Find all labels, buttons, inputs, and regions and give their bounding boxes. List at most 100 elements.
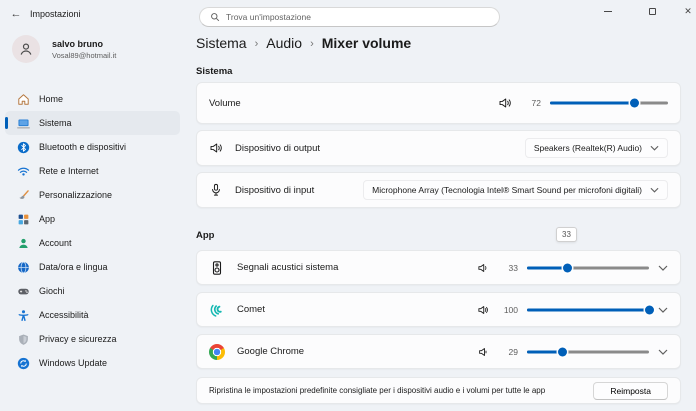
speaker-waves-icon[interactable] <box>498 96 512 110</box>
app-volume-slider[interactable] <box>527 261 649 275</box>
app-volume-slider[interactable] <box>527 303 654 317</box>
volume-value: 72 <box>531 98 541 108</box>
chevron-down-icon <box>650 187 659 193</box>
user-email: Vosal89@hotmail.it <box>52 51 117 60</box>
speaker-one-wave-icon[interactable] <box>477 262 489 274</box>
chevron-down-icon[interactable] <box>658 265 668 271</box>
input-device-select[interactable]: Microphone Array (Tecnologia Intel® Smar… <box>363 180 668 200</box>
search-icon <box>211 13 220 22</box>
sidebar-item-app[interactable]: App <box>5 207 180 231</box>
app-row-comet: Comet 100 <box>196 292 681 327</box>
app-volume-slider[interactable] <box>527 345 649 359</box>
slider-thumb[interactable] <box>562 263 572 272</box>
input-device-card: Dispositivo di input Microphone Array (T… <box>196 172 681 208</box>
person-icon <box>20 43 32 55</box>
datetime-icon <box>18 261 29 273</box>
sidebar-item-label: Sistema <box>39 118 72 128</box>
sidebar-item-windows-update[interactable]: Windows Update <box>5 351 180 375</box>
output-device-select[interactable]: Speakers (Realtek(R) Audio) <box>524 138 668 158</box>
sidebar-item-label: Windows Update <box>39 358 108 368</box>
window-title: Impostazioni <box>30 9 81 19</box>
breadcrumb-sistema[interactable]: Sistema <box>196 35 247 51</box>
sidebar-item-label: Personalizzazione <box>39 190 113 200</box>
app-name: Google Chrome <box>237 346 305 357</box>
slider-thumb[interactable] <box>644 305 654 314</box>
chevron-down-icon[interactable] <box>658 349 668 355</box>
slider-thumb[interactable] <box>630 98 640 108</box>
breadcrumb-audio[interactable]: Audio <box>266 35 302 51</box>
slider-fill <box>527 266 568 269</box>
sidebar-item-giochi[interactable]: Giochi <box>5 279 180 303</box>
maximize-button[interactable] <box>642 3 662 19</box>
chevron-down-icon <box>650 145 659 151</box>
user-name: salvo bruno <box>52 39 104 49</box>
bluetooth-icon <box>17 141 30 153</box>
accessibility-icon <box>18 309 29 321</box>
sidebar-item-label: Home <box>39 94 64 104</box>
sidebar-item-personalizzazione[interactable]: Personalizzazione <box>5 183 180 207</box>
account-icon <box>19 238 28 248</box>
minimize-icon <box>604 10 612 12</box>
output-device-label: Dispositivo di output <box>235 142 321 154</box>
slider-thumb[interactable] <box>557 347 567 356</box>
sidebar-item-label: Accessibilità <box>39 310 89 320</box>
page-title: Mixer volume <box>321 35 412 51</box>
system-sounds-icon <box>212 260 222 275</box>
back-arrow-icon: ← <box>10 8 22 20</box>
windows-update-icon <box>17 357 30 369</box>
sidebar-item-label: Rete e Internet <box>39 166 99 176</box>
app-row-google-chrome: Google Chrome 29 <box>196 334 681 369</box>
comet-app-icon <box>210 304 222 317</box>
sidebar-item-label: Bluetooth e dispositivi <box>39 142 127 152</box>
slider-fill <box>527 308 649 311</box>
privacy-shield-icon <box>19 333 28 345</box>
sidebar-item-label: Privacy e sicurezza <box>39 334 117 344</box>
breadcrumb: Sistema › Audio › Mixer volume <box>196 35 411 51</box>
apps-icon <box>18 214 29 224</box>
app-volume-value: 29 <box>508 346 518 357</box>
sidebar-item-privacy[interactable]: Privacy e sicurezza <box>5 327 180 351</box>
speaker-waves-icon <box>210 143 222 153</box>
app-volume-value: 33 <box>508 262 518 273</box>
section-label-sistema: Sistema <box>196 66 233 77</box>
sidebar-item-label: App <box>39 214 56 224</box>
sidebar-item-sistema[interactable]: Sistema <box>5 111 180 135</box>
slider-value-tooltip: 33 <box>556 227 577 242</box>
back-button[interactable]: ← <box>8 6 24 22</box>
sidebar-item-rete[interactable]: Rete e Internet <box>5 159 180 183</box>
home-icon <box>18 93 29 105</box>
close-icon: ✕ <box>684 5 692 16</box>
output-device-card: Dispositivo di output Speakers (Realtek(… <box>196 130 681 166</box>
app-name: Segnali acustici sistema <box>237 262 339 273</box>
speaker-plain-icon[interactable] <box>477 346 489 358</box>
app-name: Comet <box>237 304 265 315</box>
sidebar-item-bluetooth[interactable]: Bluetooth e dispositivi <box>5 135 180 159</box>
sidebar-item-label: Giochi <box>39 286 65 296</box>
volume-slider[interactable] <box>550 96 668 110</box>
reset-defaults-card: Ripristina le impostazioni predefinite c… <box>196 377 681 404</box>
volume-card: Volume 72 <box>196 82 681 124</box>
breadcrumb-separator: › <box>254 37 259 50</box>
sidebar-item-account[interactable]: Account <box>5 231 180 255</box>
output-device-value: Speakers (Realtek(R) Audio) <box>533 143 642 153</box>
sidebar-item-label: Data/ora e lingua <box>39 262 108 272</box>
search-placeholder: Trova un'impostazione <box>226 12 311 22</box>
sidebar-item-accessibilita[interactable]: Accessibilità <box>5 303 180 327</box>
app-volume-value: 100 <box>503 304 518 315</box>
reset-button[interactable]: Reimposta <box>593 381 668 400</box>
sidebar-item-home[interactable]: Home <box>5 87 180 111</box>
sidebar-item-label: Account <box>39 238 72 248</box>
close-button[interactable]: ✕ <box>678 3 696 19</box>
sidebar-item-dataora[interactable]: Data/ora e lingua <box>5 255 180 279</box>
minimize-button[interactable] <box>598 3 618 19</box>
speaker-two-waves-icon[interactable] <box>477 304 489 316</box>
personalization-icon <box>19 189 29 199</box>
chevron-down-icon[interactable] <box>658 307 668 313</box>
app-row-system-sounds: Segnali acustici sistema 33 <box>196 250 681 285</box>
search-input[interactable]: Trova un'impostazione <box>199 7 500 27</box>
slider-fill <box>550 101 635 105</box>
avatar[interactable] <box>12 35 40 63</box>
network-icon <box>17 167 30 176</box>
settings-window: ← Impostazioni ✕ salvo bruno Vosal89@hot… <box>0 0 696 411</box>
sidebar-nav: Home Sistema Bluetooth e dispositivi Ret… <box>5 87 180 375</box>
